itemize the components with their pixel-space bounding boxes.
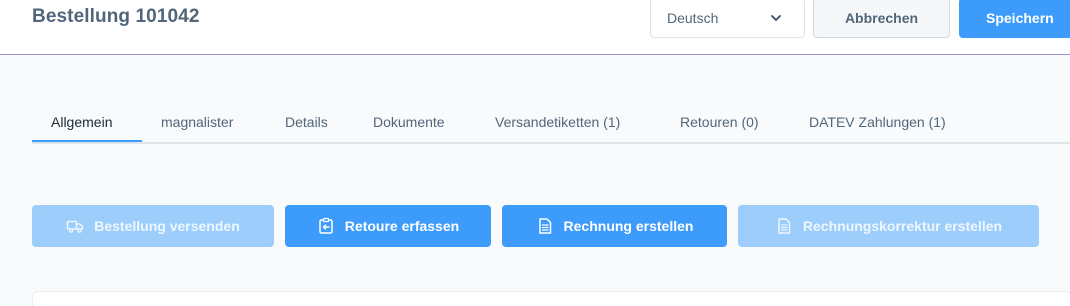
top-bar: Bestellung 101042 Deutsch Abbrechen Spei… <box>0 0 1070 55</box>
tab-bar: Allgemein magnalister Details Dokumente … <box>32 102 1070 144</box>
document-icon <box>538 218 551 234</box>
tab-versandetiketten[interactable]: Versandetiketten (1) <box>495 114 620 130</box>
content-card <box>32 291 1070 306</box>
document-icon <box>778 218 791 234</box>
ship-order-label: Bestellung versenden <box>94 218 240 234</box>
truck-icon <box>67 220 84 233</box>
tab-datev-zahlungen[interactable]: DATEV Zahlungen (1) <box>809 114 946 130</box>
create-invoice-button[interactable]: Rechnung erstellen <box>502 205 727 247</box>
language-select[interactable]: Deutsch <box>650 0 805 38</box>
language-select-value: Deutsch <box>667 10 719 26</box>
tab-allgemein[interactable]: Allgemein <box>51 114 112 130</box>
create-invoice-correction-label: Rechnungskorrektur erstellen <box>802 218 1003 234</box>
return-icon <box>319 217 333 234</box>
save-button[interactable]: Speichern <box>959 0 1070 38</box>
tab-dokumente[interactable]: Dokumente <box>373 114 445 130</box>
create-invoice-label: Rechnung erstellen <box>563 218 694 234</box>
tab-details[interactable]: Details <box>285 114 328 130</box>
tab-magnalister[interactable]: magnalister <box>161 114 233 130</box>
tab-retouren[interactable]: Retouren (0) <box>680 114 759 130</box>
create-return-button[interactable]: Retoure erfassen <box>285 205 491 247</box>
cancel-button[interactable]: Abbrechen <box>813 0 950 38</box>
chevron-down-icon <box>771 15 781 21</box>
create-return-label: Retoure erfassen <box>344 218 460 234</box>
active-tab-indicator <box>32 140 142 142</box>
ship-order-button[interactable]: Bestellung versenden <box>32 205 274 247</box>
page-title: Bestellung 101042 <box>32 6 200 27</box>
create-invoice-correction-button[interactable]: Rechnungskorrektur erstellen <box>738 205 1039 247</box>
